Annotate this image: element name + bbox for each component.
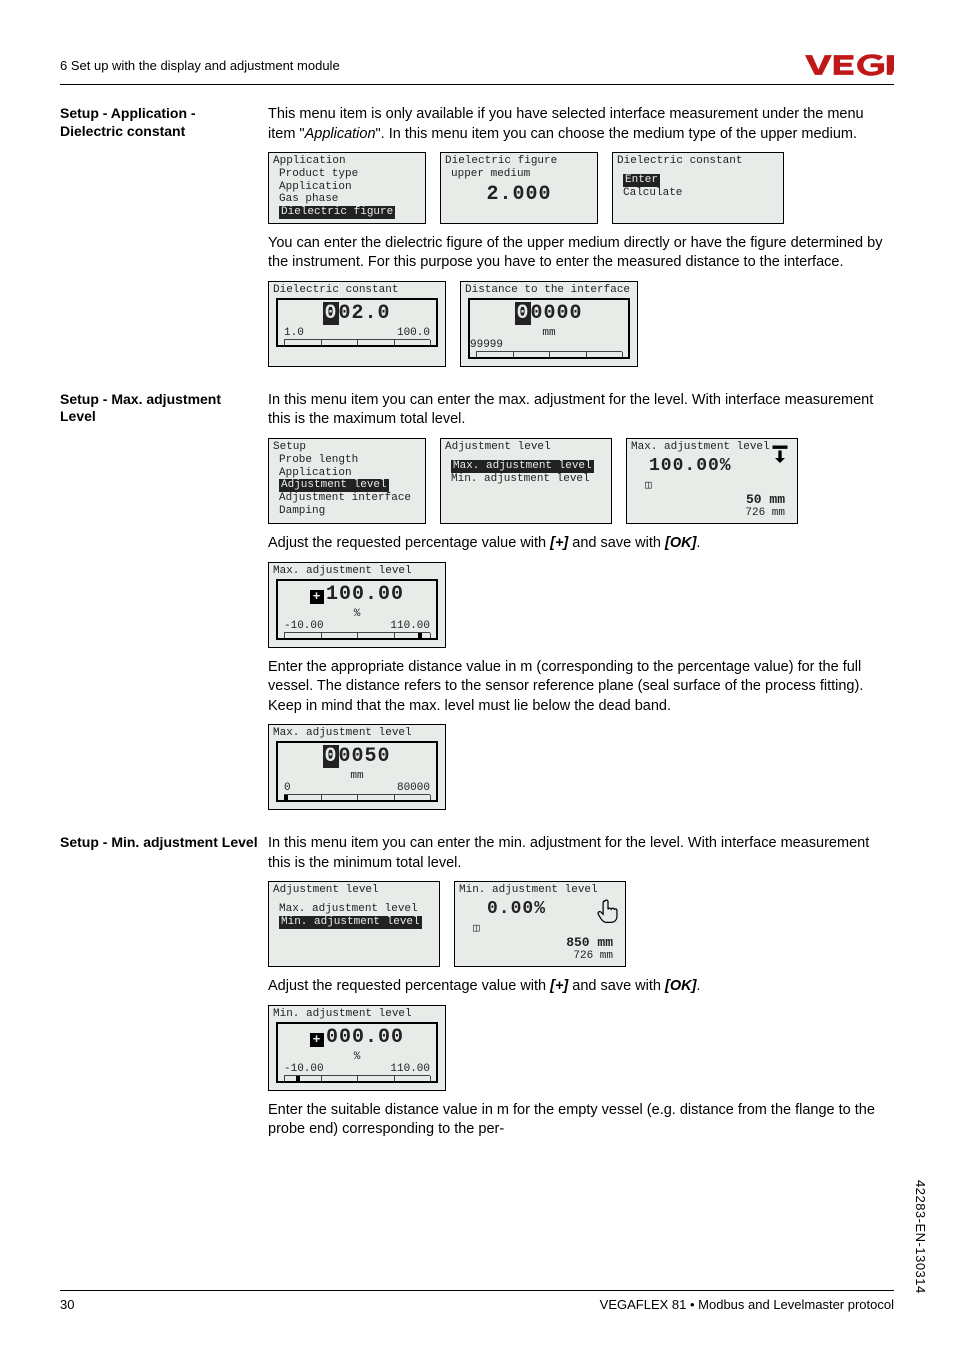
para-s3-1: In this menu item you can enter the min.… bbox=[268, 834, 894, 873]
level-indicator-icon bbox=[769, 443, 791, 463]
footer-doc-title: VEGAFLEX 81 • Modbus and Levelmaster pro… bbox=[600, 1297, 894, 1312]
para-s2-2: Adjust the requested percentage value wi… bbox=[268, 534, 894, 554]
para-s2-3: Enter the appropriate distance value in … bbox=[268, 658, 894, 717]
lcd-dielectric-constant-menu: Dielectric constant Enter Calculate bbox=[612, 152, 784, 224]
page-number: 30 bbox=[60, 1297, 74, 1312]
lcd-setup-menu: Setup Probe length Application Adjustmen… bbox=[268, 438, 426, 524]
section-title-max-adjust: Setup - Max. adjustment Level bbox=[60, 391, 258, 426]
lcd-max-adjustment-view: Max. adjustment level 100.00% ◫ 50 mm 72… bbox=[626, 438, 798, 524]
vessel-icon: ◫ bbox=[473, 921, 483, 935]
vessel-icon: ◫ bbox=[645, 478, 655, 492]
page-header: 6 Set up with the display and adjustment… bbox=[60, 50, 894, 85]
plus-icon: + bbox=[310, 1033, 324, 1047]
section-title-dielectric: Setup - Application - Dielectric constan… bbox=[60, 105, 258, 140]
lcd-max-adjustment-edit-pct: Max. adjustment level +100.00 % -10.0011… bbox=[268, 562, 446, 648]
para-s2-1: In this menu item you can enter the max.… bbox=[268, 391, 894, 430]
lcd-max-adjustment-edit-dist: Max. adjustment level 00050 mm 080000 bbox=[268, 724, 446, 810]
lcd-distance-interface-edit: Distance to the interface 00000 mm 99999 bbox=[460, 281, 638, 367]
lcd-dielectric-constant-edit: Dielectric constant 0002.002.0 1.0100.0 bbox=[268, 281, 446, 367]
document-code: 42283-EN-130314 bbox=[913, 1180, 928, 1294]
header-section: 6 Set up with the display and adjustment… bbox=[60, 58, 340, 73]
lcd-min-adjustment-view: Min. adjustment level 0.00% ◫ 850 mm 726… bbox=[454, 881, 626, 967]
lcd-min-adjustment-edit-pct: Min. adjustment level +000.00 % -10.0011… bbox=[268, 1005, 446, 1091]
lcd-application-menu: Application Product type Application Gas… bbox=[268, 152, 426, 224]
lcd-adjustment-level-menu: Adjustment level Max. adjustment level M… bbox=[440, 438, 612, 524]
para-s1-1: This menu item is only available if you … bbox=[268, 105, 894, 144]
vega-logo-icon bbox=[804, 50, 894, 80]
plus-icon: + bbox=[310, 590, 324, 604]
lcd-adjustment-level-menu-2: Adjustment level Max. adjustment level M… bbox=[268, 881, 440, 967]
page-footer: 30 VEGAFLEX 81 • Modbus and Levelmaster … bbox=[60, 1290, 894, 1312]
para-s1-2: You can enter the dielectric figure of t… bbox=[268, 234, 894, 273]
hand-pointer-icon bbox=[595, 898, 621, 924]
lcd-dielectric-figure: Dielectric figure upper medium 2.000 bbox=[440, 152, 598, 224]
section-title-min-adjust: Setup - Min. adjustment Level bbox=[60, 834, 258, 852]
para-s3-2: Adjust the requested percentage value wi… bbox=[268, 977, 894, 997]
para-s3-3: Enter the suitable distance value in m f… bbox=[268, 1101, 894, 1140]
brand-logo bbox=[804, 50, 894, 80]
